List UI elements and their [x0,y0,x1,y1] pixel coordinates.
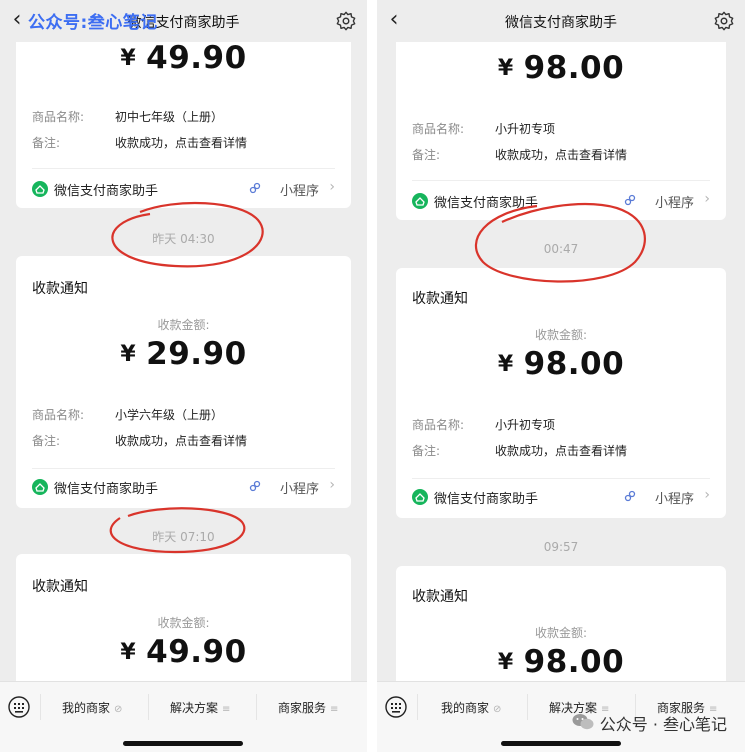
watermark-bottom: 公众号 · 叁心笔记 [572,711,727,735]
nav-header: ‹ 微信支付商家助手 [377,0,745,42]
payment-card[interactable]: ¥98.00 商品名称: 小升初专项 备注: 收款成功，点击查看详情 微信支付商… [396,20,726,220]
product-row: 商品名称: 初中七年级（上册） [32,110,224,124]
payment-card[interactable]: 收款通知 收款金额: ¥98.00 商品名称: 小升初专项 备注: 收款成功，点… [396,268,726,518]
tab-solutions[interactable]: 解决方案 ≡ [170,699,230,716]
app-name: 微信支付商家助手 [54,184,159,199]
menu-icon: ⊘ [114,704,123,715]
message-feed[interactable]: ¥49.90 商品名称: 初中七年级（上册） 备注: 收款成功，点击查看详情 微… [0,0,367,752]
mini-program-link[interactable]: 小程序 [655,488,694,507]
mini-program-icon [249,182,261,194]
keyboard-icon[interactable] [8,696,30,718]
tab-my-merchant[interactable]: 我的商家 ⊘ [62,699,122,716]
timestamp: 昨天 04:30 [152,232,215,246]
amount-value: ¥98.00 [497,50,625,86]
divider [417,694,418,720]
chevron-right-icon: › [704,487,710,503]
payment-card[interactable]: ¥49.90 商品名称: 初中七年级（上册） 备注: 收款成功，点击查看详情 微… [16,28,351,208]
card-title: 收款通知 [32,281,88,297]
divider [527,694,528,720]
amount-value: ¥49.90 [120,634,247,670]
amount-label: 收款金额: [157,616,210,630]
header-title: 微信支付商家助手 [505,15,617,31]
card-title: 收款通知 [412,589,468,605]
timestamp: 昨天 07:10 [152,530,215,544]
mini-program-link[interactable]: 小程序 [280,180,319,199]
amount-value: ¥98.00 [497,346,625,382]
tab-my-merchant[interactable]: 我的商家 ⊘ [441,699,501,716]
amount-label: 收款金额: [534,626,588,640]
product-row: 商品名称: 小升初专项 [412,418,556,432]
keyboard-icon[interactable] [385,696,407,718]
card-title: 收款通知 [32,579,88,595]
gear-icon[interactable] [713,10,735,32]
mini-program-icon [624,194,636,206]
note-row: 备注: 收款成功，点击查看详情 [32,136,248,150]
gear-icon[interactable] [335,10,357,32]
menu-icon: ≡ [330,704,339,715]
product-row: 商品名称: 小学六年级（上册） [32,408,224,422]
home-indicator [123,741,243,746]
divider [32,468,335,469]
chevron-right-icon: › [329,179,335,195]
timestamp: 00:47 [543,242,579,256]
divider [40,694,41,720]
chevron-right-icon: › [329,477,335,493]
watermark-top: 公众号:叁心笔记 [28,13,158,33]
note-row: 备注: 收款成功，点击查看详情 [32,434,248,448]
wechat-pay-logo-icon [412,193,428,209]
payment-card[interactable]: 收款通知 收款金额: ¥29.90 商品名称: 小学六年级（上册） 备注: 收款… [16,256,351,508]
amount-value: ¥29.90 [120,336,247,372]
divider [412,478,710,479]
card-footer[interactable]: 微信支付商家助手 小程序 › [412,190,710,214]
product-row: 商品名称: 小升初专项 [412,122,556,136]
wechat-pay-logo-icon [412,489,428,505]
divider [256,694,257,720]
note-row: 备注: 收款成功，点击查看详情 [412,444,628,458]
mini-program-icon [624,490,636,502]
amount-value: ¥49.90 [120,40,247,76]
mini-program-link[interactable]: 小程序 [280,478,319,497]
mini-program-link[interactable]: 小程序 [655,192,694,211]
card-footer[interactable]: 微信支付商家助手 小程序 › [32,476,335,500]
wechat-pay-logo-icon [32,181,48,197]
divider [32,168,335,169]
wechat-pay-logo-icon [32,479,48,495]
mini-program-icon [249,480,261,492]
menu-icon: ≡ [222,704,231,715]
chevron-right-icon: › [704,191,710,207]
card-title: 收款通知 [412,291,468,307]
divider [412,180,710,181]
amount-value: ¥98.00 [497,644,625,680]
message-feed[interactable]: ¥98.00 商品名称: 小升初专项 备注: 收款成功，点击查看详情 微信支付商… [377,0,745,752]
home-indicator [501,741,621,746]
tab-merchant-services[interactable]: 商家服务 ≡ [278,699,338,716]
app-name: 微信支付商家助手 [434,492,539,507]
menu-icon: ⊘ [493,704,502,715]
amount-label: 收款金额: [534,328,588,342]
card-footer[interactable]: 微信支付商家助手 小程序 › [412,486,710,510]
divider [148,694,149,720]
note-row: 备注: 收款成功，点击查看详情 [412,148,628,162]
tab-bar: 我的商家 ⊘ 解决方案 ≡ 商家服务 ≡ [0,681,367,752]
timestamp: 09:57 [543,540,579,554]
left-phone-screen: ¥49.90 商品名称: 初中七年级（上册） 备注: 收款成功，点击查看详情 微… [0,0,367,752]
app-name: 微信支付商家助手 [54,482,159,497]
app-name: 微信支付商家助手 [434,196,539,211]
wechat-logo-icon [572,714,594,730]
right-phone-screen: ¥98.00 商品名称: 小升初专项 备注: 收款成功，点击查看详情 微信支付商… [377,0,745,752]
card-footer[interactable]: 微信支付商家助手 小程序 › [32,178,335,202]
amount-label: 收款金额: [157,318,210,332]
